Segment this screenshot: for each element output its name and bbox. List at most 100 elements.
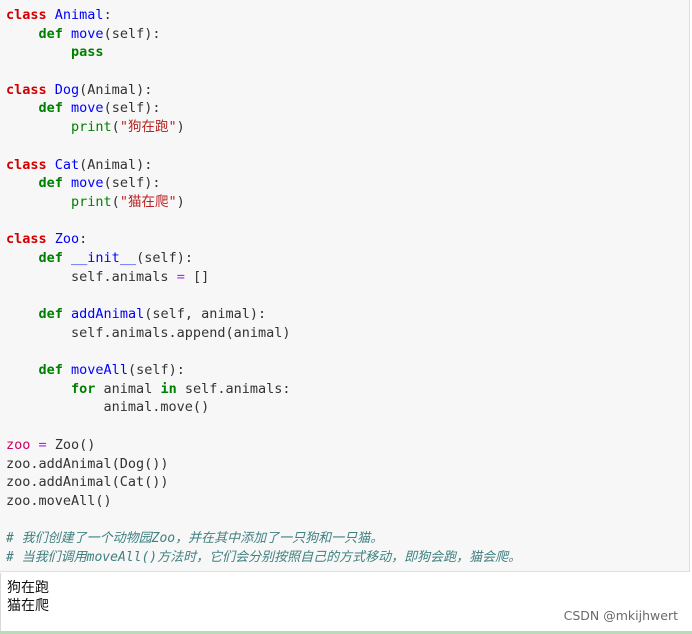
code-token: move bbox=[71, 25, 104, 42]
code-token: self.animals.append(animal) bbox=[6, 324, 291, 341]
code-token: class bbox=[6, 231, 47, 248]
code-line: self.animals.append(animal) bbox=[6, 324, 521, 343]
code-token: addAnimal bbox=[71, 306, 145, 322]
code-token: def bbox=[38, 362, 63, 379]
notebook: class Animal: def move(self): pass class… bbox=[0, 0, 692, 634]
code-token: # 我们创建了一个动物园Zoo，并在其中添加了一只狗和一只猫。 bbox=[6, 531, 384, 547]
code-token: class bbox=[6, 7, 47, 23]
code-token: self.animals: bbox=[176, 380, 291, 397]
code-token: def bbox=[38, 306, 63, 322]
code-token: zoo.moveAll() bbox=[6, 492, 112, 509]
code-token: class bbox=[6, 156, 47, 173]
code-token: zoo.addAnimal(Dog()) bbox=[6, 455, 169, 472]
code-line: def move(self): bbox=[6, 99, 521, 118]
code-line: def moveAll(self): bbox=[6, 361, 521, 380]
code-token: animal.move() bbox=[6, 399, 210, 416]
code-token: "猫在爬" bbox=[119, 193, 177, 210]
code-token: pass bbox=[71, 44, 104, 61]
code-line: self.animals = [] bbox=[6, 268, 521, 287]
code-token: = bbox=[176, 268, 185, 285]
code-line: # 我们创建了一个动物园Zoo，并在其中添加了一只狗和一只猫。 bbox=[6, 529, 521, 548]
code-token: # 当我们调用moveAll()方法时，它们会分别按照自己的方式移动，即狗会跑，… bbox=[6, 549, 522, 565]
code-line: print("狗在跑") bbox=[6, 118, 521, 137]
code-token: self.animals bbox=[6, 268, 177, 285]
code-editor[interactable]: class Animal: def move(self): pass class… bbox=[6, 6, 521, 567]
code-token: (self): bbox=[103, 175, 161, 192]
code-token: (self, animal): bbox=[144, 306, 267, 322]
code-line: zoo.moveAll() bbox=[6, 492, 521, 511]
code-token: Dog bbox=[54, 81, 80, 98]
code-token: for bbox=[71, 380, 96, 397]
code-token: animal bbox=[95, 380, 161, 397]
code-token: print bbox=[71, 193, 112, 210]
code-line: animal.move() bbox=[6, 398, 521, 417]
code-line: def move(self): bbox=[6, 174, 521, 193]
code-token: "狗在跑" bbox=[119, 119, 177, 136]
code-line: def addAnimal(self, animal): bbox=[6, 305, 521, 324]
output-area: 狗在跑 猫在爬 bbox=[7, 579, 49, 615]
code-token: : bbox=[103, 7, 112, 23]
code-token: in bbox=[160, 380, 177, 397]
code-line: class Dog(Animal): bbox=[6, 81, 521, 100]
code-line: pass bbox=[6, 43, 521, 62]
code-token: ( bbox=[111, 193, 120, 210]
watermark: CSDN @mkijhwert bbox=[563, 608, 678, 623]
code-token: ( bbox=[111, 119, 120, 136]
code-token: def bbox=[38, 100, 63, 117]
code-line: class Animal: bbox=[6, 6, 521, 25]
code-token: def bbox=[38, 175, 63, 192]
code-token: def bbox=[38, 249, 63, 266]
code-token: = bbox=[38, 436, 47, 453]
code-token: [] bbox=[184, 268, 210, 285]
code-line: class Cat(Animal): bbox=[6, 156, 521, 175]
code-token: def bbox=[38, 25, 63, 42]
code-line: class Zoo: bbox=[6, 230, 521, 249]
code-token: Cat bbox=[54, 156, 80, 173]
code-token: (self): bbox=[103, 100, 161, 117]
code-line: # 当我们调用moveAll()方法时，它们会分别按照自己的方式移动，即狗会跑，… bbox=[6, 548, 521, 567]
output-line: 猫在爬 bbox=[7, 598, 49, 614]
code-token: (Animal): bbox=[79, 81, 153, 98]
code-token: (Animal): bbox=[79, 156, 153, 173]
code-token: : bbox=[79, 231, 88, 248]
code-line: def __init__(self): bbox=[6, 249, 521, 268]
code-token: (self): bbox=[136, 249, 193, 266]
code-line: zoo.addAnimal(Dog()) bbox=[6, 455, 521, 474]
code-token: zoo bbox=[6, 436, 31, 453]
code-token: class bbox=[6, 81, 47, 98]
code-token: moveAll bbox=[71, 362, 128, 379]
code-token: Zoo bbox=[54, 231, 80, 248]
output-line: 狗在跑 bbox=[7, 580, 49, 596]
code-cell[interactable]: class Animal: def move(self): pass class… bbox=[0, 0, 690, 572]
code-token: __init__ bbox=[71, 249, 137, 266]
code-token: (self): bbox=[127, 362, 185, 379]
code-token: ) bbox=[176, 193, 185, 210]
code-token: Zoo() bbox=[46, 436, 96, 453]
code-line: zoo.addAnimal(Cat()) bbox=[6, 473, 521, 492]
